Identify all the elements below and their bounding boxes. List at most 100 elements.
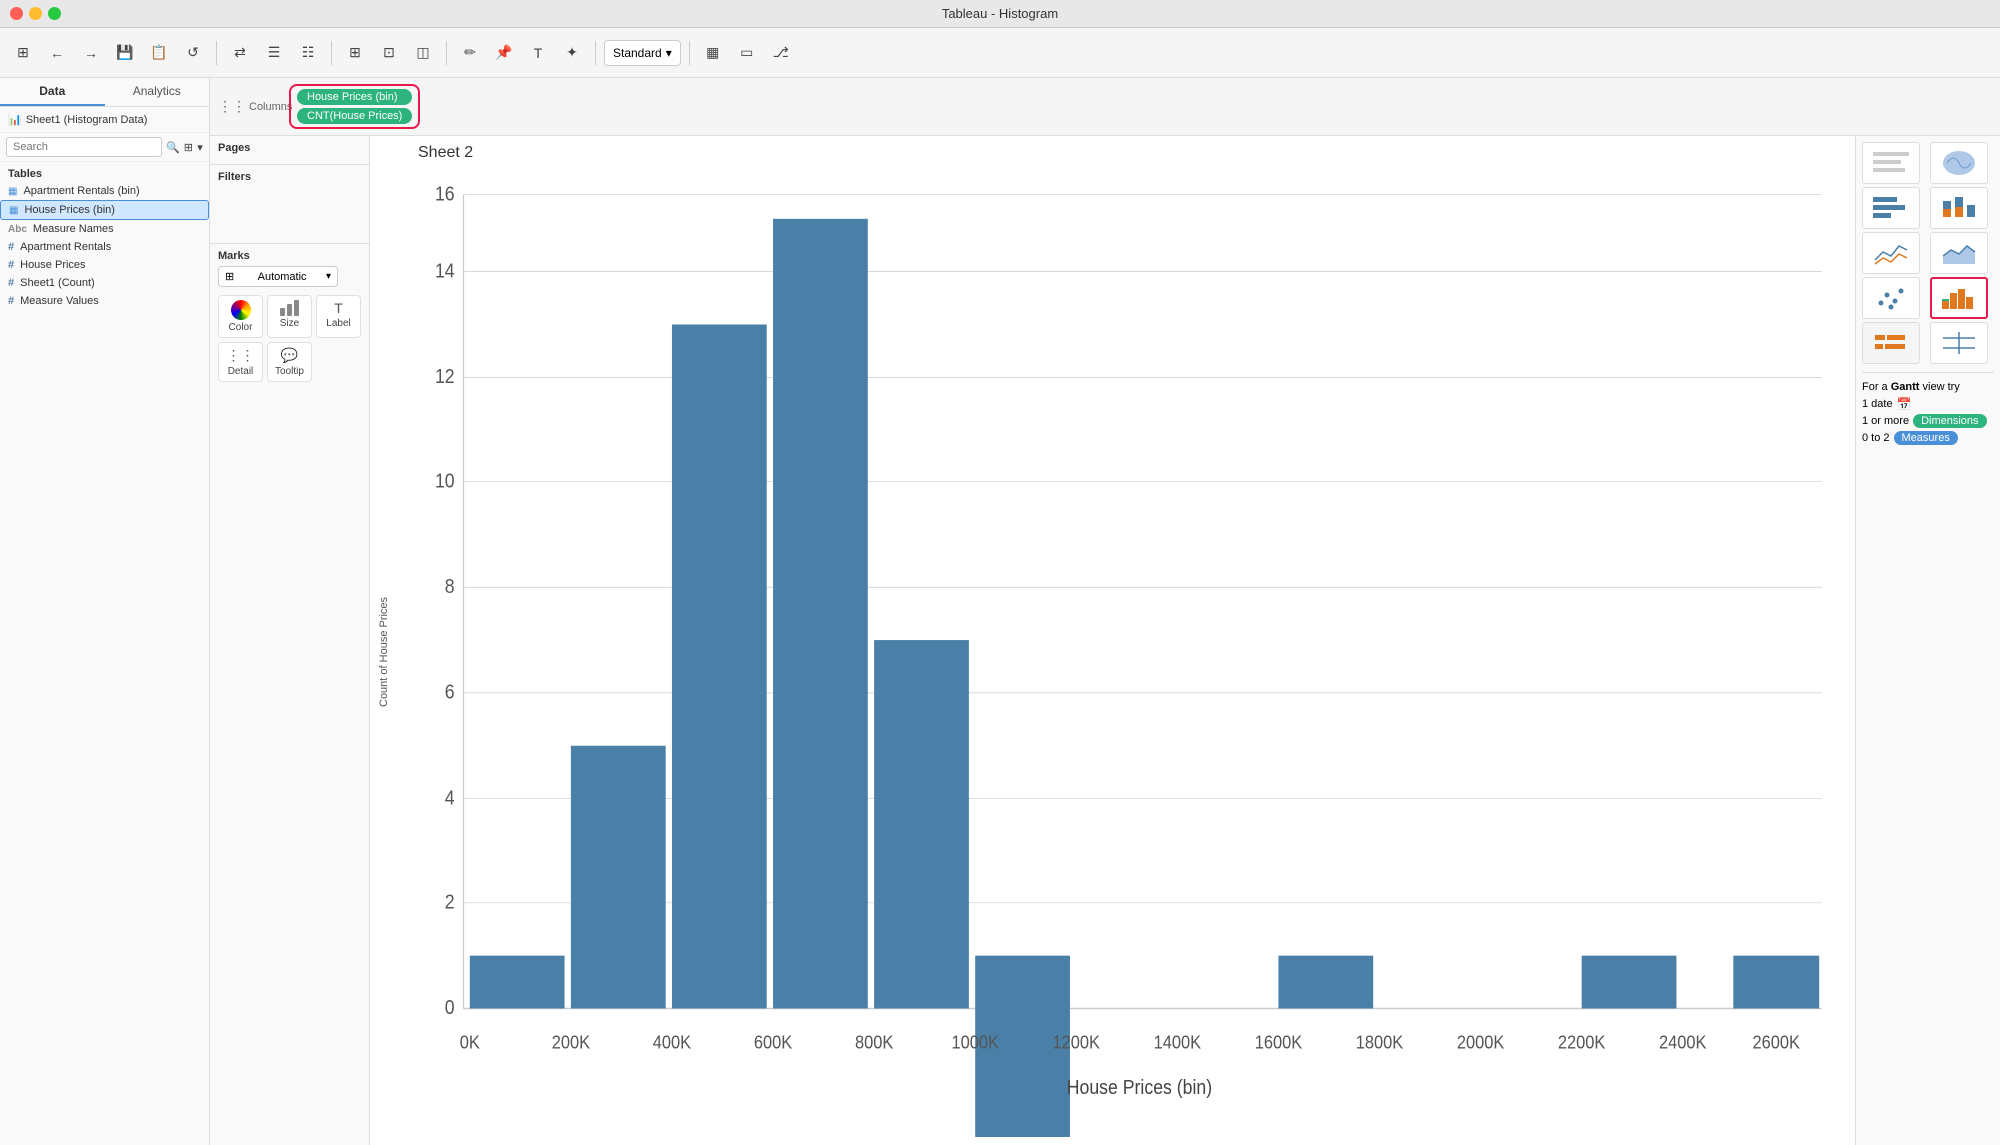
svg-text:400K: 400K (653, 1032, 692, 1053)
svg-text:800K: 800K (855, 1032, 894, 1053)
svg-text:8: 8 (445, 575, 455, 597)
bar-2600k (1733, 956, 1819, 1009)
label-mark[interactable]: T Label (316, 295, 361, 338)
abc-icon: Abc (8, 224, 27, 235)
minimize-button[interactable] (29, 7, 42, 20)
size-icon (280, 300, 299, 316)
forward-button[interactable]: → (76, 38, 106, 68)
bar-200k (571, 746, 666, 1009)
fit-button[interactable]: ⊡ (374, 38, 404, 68)
pages-title: Pages (218, 142, 361, 154)
columns-label: ⋮⋮ Columns (218, 98, 283, 115)
gantt-bold: Gantt (1891, 381, 1920, 393)
new-datasource-button[interactable]: 📋 (144, 38, 174, 68)
separator2 (331, 41, 332, 65)
viz-type-gantt-1[interactable] (1862, 322, 1920, 364)
viz-type-area[interactable] (1930, 232, 1988, 274)
rows-pill[interactable]: CNT(House Prices) (297, 108, 412, 124)
bar-600k (773, 219, 868, 1009)
viz-type-horizontal-bars[interactable] (1862, 187, 1920, 229)
viz-type-gantt-2[interactable] (1930, 322, 1988, 364)
detail-mark[interactable]: ⋮⋮ Detail (218, 342, 263, 382)
grid-view-icon[interactable]: ⊞ (184, 137, 193, 157)
traffic-lights (10, 7, 61, 20)
svg-text:600K: 600K (754, 1032, 793, 1053)
viz-type-maps[interactable] (1930, 142, 1988, 184)
right-viz-panel: For a Gantt view try 1 date 📅 1 or more … (1855, 136, 2000, 1145)
maximize-button[interactable] (48, 7, 61, 20)
cols-button[interactable]: ☷ (293, 38, 323, 68)
svg-text:2600K: 2600K (1753, 1032, 1801, 1053)
viz-type-stacked-bars[interactable] (1930, 187, 1988, 229)
table-icon[interactable]: ▦ (698, 38, 728, 68)
marks-button[interactable]: ⊞ (340, 38, 370, 68)
back-button[interactable]: ← (42, 38, 72, 68)
search-row: 🔍 ⊞ ▾ (0, 133, 209, 162)
gantt-dim-row: 1 or more Dimensions (1862, 414, 1994, 428)
tab-analytics[interactable]: Analytics (105, 78, 210, 106)
highlight-button[interactable]: ◫ (408, 38, 438, 68)
separator4 (595, 41, 596, 65)
viz-type-lines[interactable] (1862, 232, 1920, 274)
left-panel: Data Analytics 📊 Sheet1 (Histogram Data)… (0, 78, 210, 1145)
tooltip-mark[interactable]: 💬 Tooltip (267, 342, 312, 382)
search-input[interactable] (6, 137, 162, 157)
pin-icon[interactable]: 📌 (489, 38, 519, 68)
field-house-prices[interactable]: # House Prices (0, 256, 209, 274)
grid-icon[interactable]: ⊞ (8, 38, 38, 68)
field-measure-names[interactable]: Abc Measure Names (0, 220, 209, 238)
field-apartment-rentals[interactable]: # Apartment Rentals (0, 238, 209, 256)
svg-text:House Prices (bin): House Prices (bin) (1067, 1076, 1212, 1098)
svg-text:1800K: 1800K (1356, 1032, 1404, 1053)
hash-icon-2: # (8, 259, 14, 271)
search-icon[interactable]: 🔍 (166, 137, 180, 157)
standard-dropdown[interactable]: Standard ▾ (604, 40, 681, 66)
close-button[interactable] (10, 7, 23, 20)
marks-dropdown[interactable]: ⊞ Automatic ▾ (218, 266, 338, 287)
text-icon[interactable]: T (523, 38, 553, 68)
svg-text:200K: 200K (552, 1032, 591, 1053)
svg-text:14: 14 (435, 259, 455, 281)
field-label-7: Measure Values (20, 295, 99, 307)
svg-text:12: 12 (435, 365, 455, 387)
columns-pill[interactable]: House Prices (bin) (297, 89, 412, 105)
svg-text:6: 6 (445, 681, 455, 703)
window-title: Tableau - Histogram (942, 6, 1058, 21)
viz-type-scatter[interactable] (1862, 277, 1920, 319)
field-label-3: Measure Names (33, 223, 114, 235)
main-layout: Data Analytics 📊 Sheet1 (Histogram Data)… (0, 78, 2000, 1145)
undo-button[interactable]: ↺ (178, 38, 208, 68)
share-icon[interactable]: ⎇ (766, 38, 796, 68)
pencil-icon[interactable]: ✏ (455, 38, 485, 68)
svg-text:1200K: 1200K (1053, 1032, 1101, 1053)
viz-type-text[interactable] (1862, 142, 1920, 184)
swap-button[interactable]: ⇄ (225, 38, 255, 68)
save-button[interactable]: 💾 (110, 38, 140, 68)
color-mark[interactable]: Color (218, 295, 263, 338)
field-measure-values[interactable]: # Measure Values (0, 292, 209, 310)
monitor-icon[interactable]: ▭ (732, 38, 762, 68)
gantt-1date: 1 date (1862, 398, 1893, 410)
star-icon[interactable]: ✦ (557, 38, 587, 68)
shelf-highlight-box: House Prices (bin) CNT(House Prices) (289, 84, 420, 129)
size-mark[interactable]: Size (267, 295, 312, 338)
field-house-prices-bin[interactable]: ▦ House Prices (bin) (0, 200, 209, 220)
color-icon (231, 300, 251, 320)
panel-tabs: Data Analytics (0, 78, 209, 107)
field-label-5: House Prices (20, 259, 85, 271)
rows-button[interactable]: ☰ (259, 38, 289, 68)
bar-chart-icon: ▦ (8, 186, 17, 197)
sheet-title: Sheet 2 (378, 144, 1847, 162)
field-label: Apartment Rentals (bin) (23, 185, 139, 197)
bar-400k (672, 325, 767, 1009)
data-source-name: Sheet1 (Histogram Data) (26, 114, 148, 126)
svg-text:10: 10 (435, 469, 455, 491)
svg-text:0K: 0K (460, 1032, 480, 1053)
viz-type-histogram[interactable] (1930, 277, 1988, 319)
svg-text:1400K: 1400K (1154, 1032, 1202, 1053)
bar-chart-icon-2: ▦ (9, 205, 18, 216)
tab-data[interactable]: Data (0, 78, 105, 106)
field-sheet1-count[interactable]: # Sheet1 (Count) (0, 274, 209, 292)
dropdown-icon[interactable]: ▾ (197, 137, 203, 157)
field-apartment-rentals-bin[interactable]: ▦ Apartment Rentals (bin) (0, 182, 209, 200)
